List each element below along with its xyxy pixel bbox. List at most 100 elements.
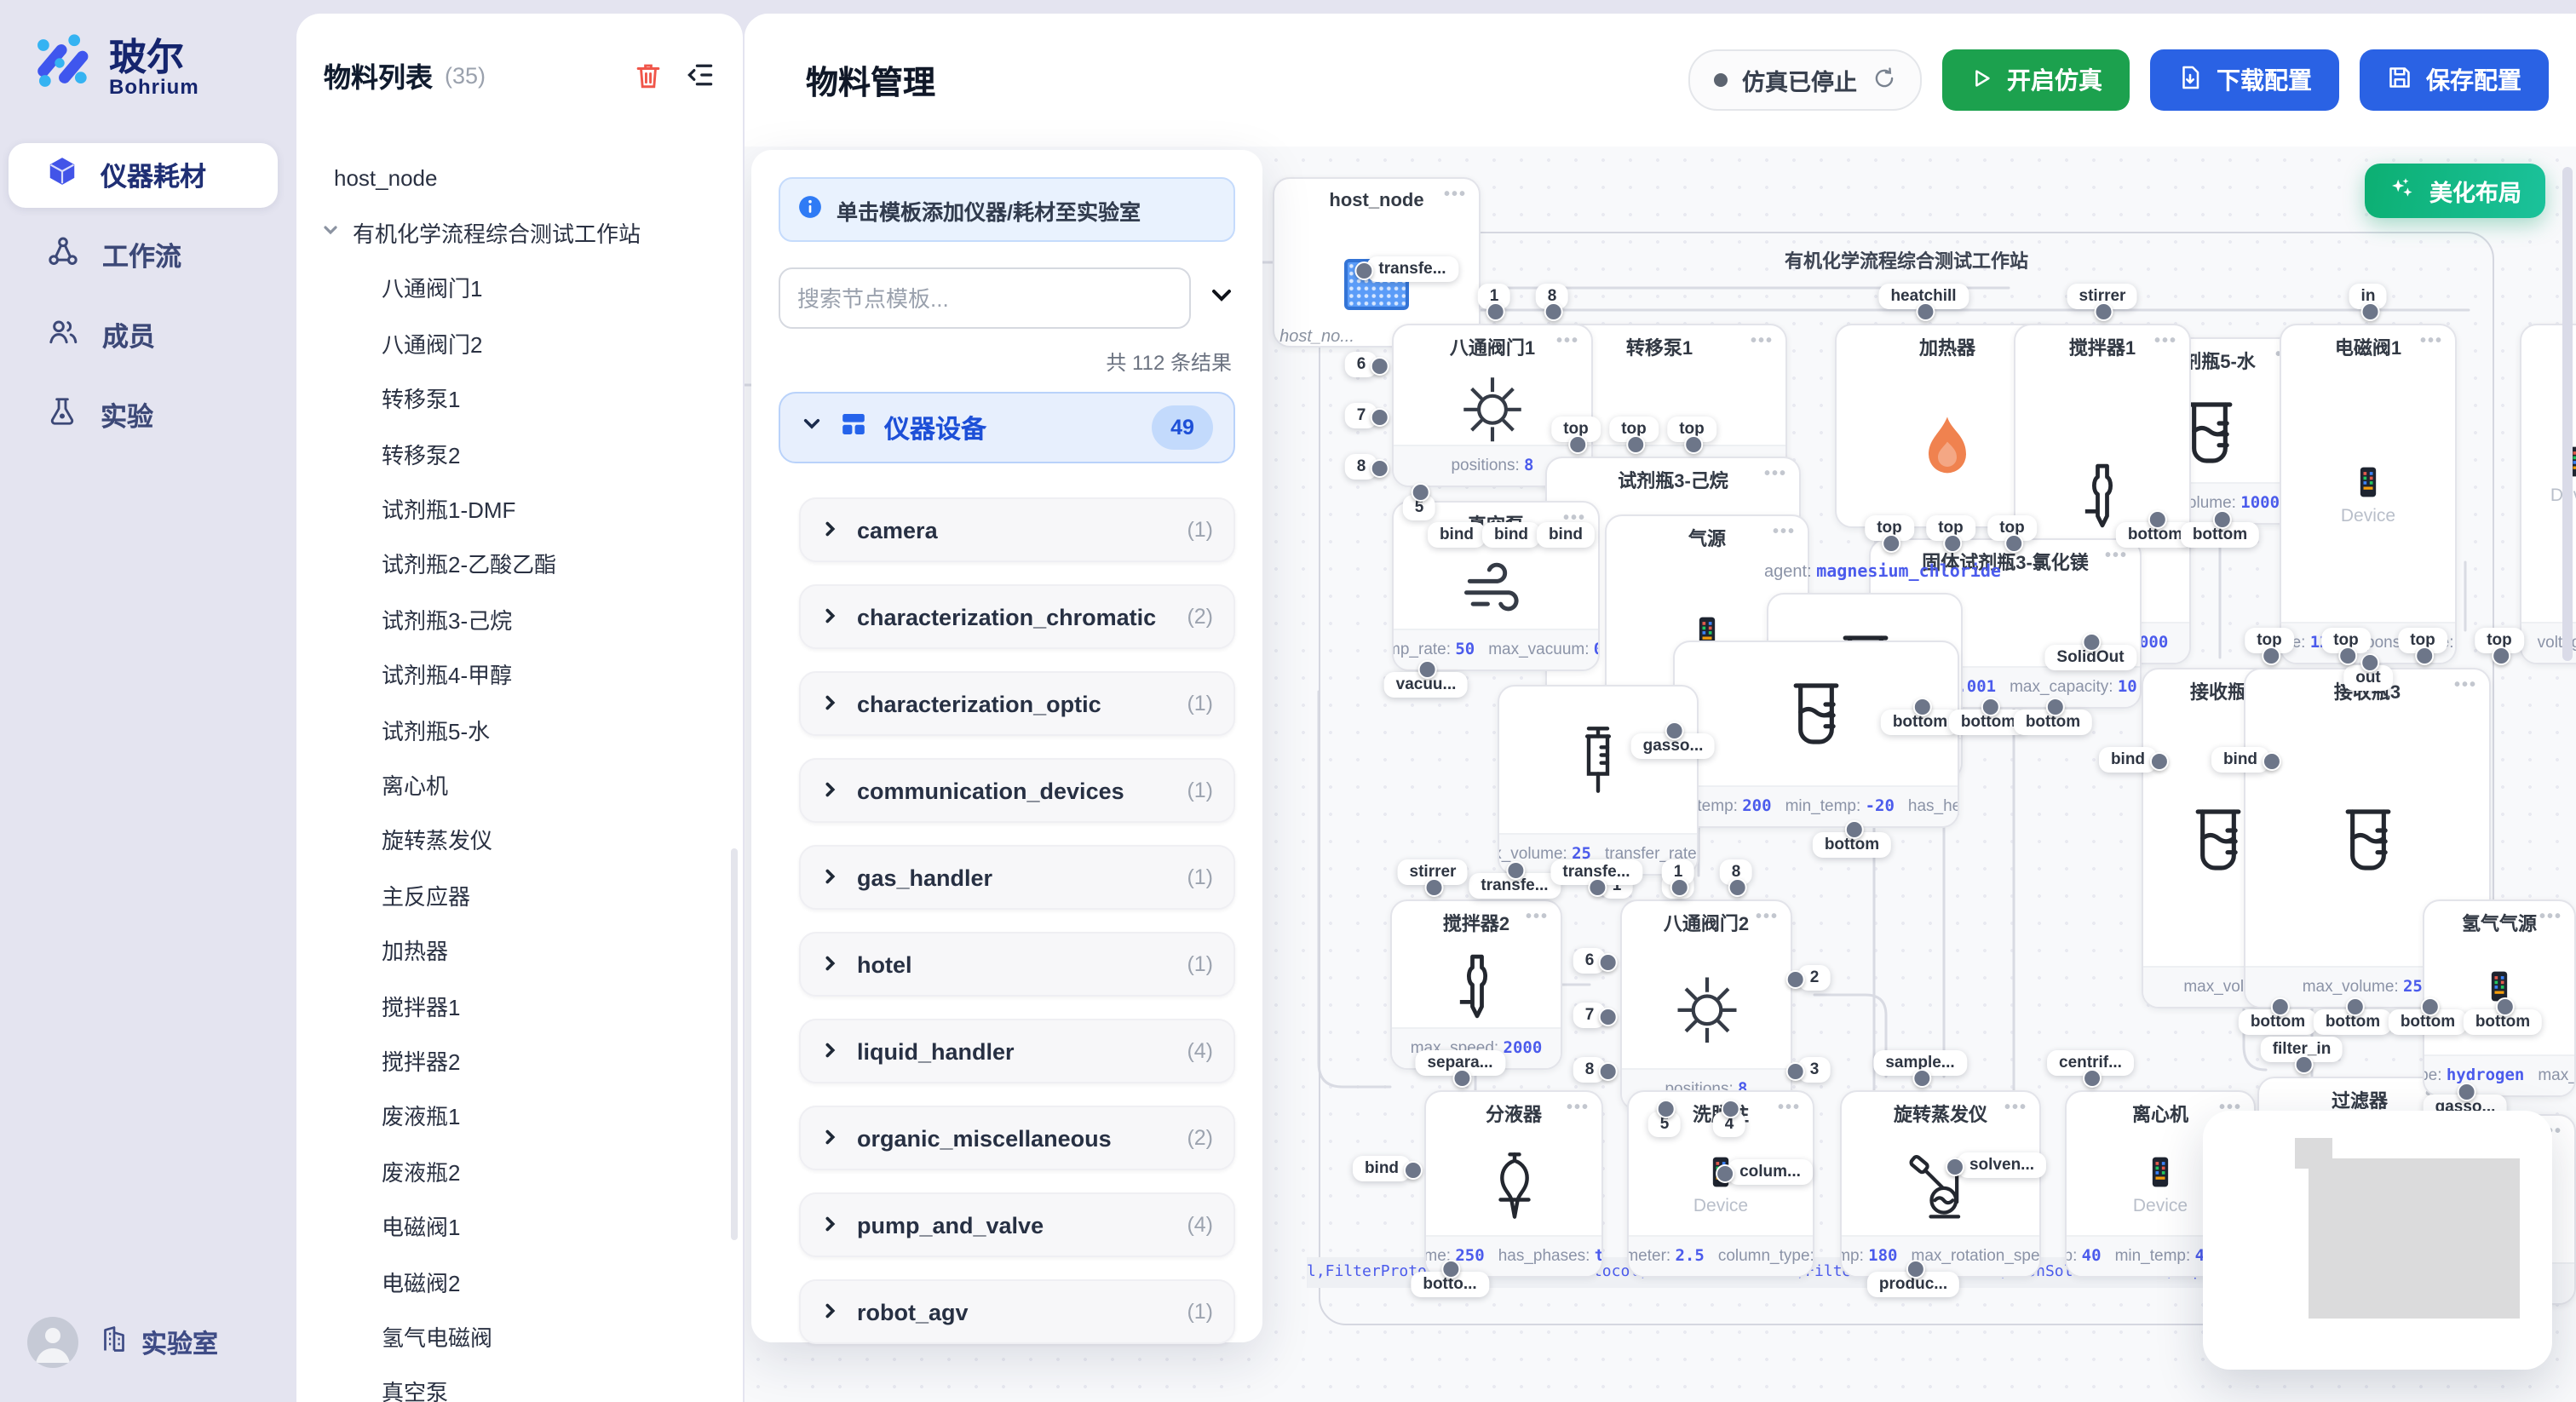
port-chip-1[interactable]: 1 <box>1478 284 1511 309</box>
tree-item-10[interactable]: 旋转蒸发仪 <box>296 812 733 867</box>
simulation-status-pill[interactable]: 仿真已停止 <box>1688 49 1922 111</box>
port-chip-8[interactable]: 8 <box>1573 1057 1607 1083</box>
port-chip-bind[interactable]: bind <box>2099 747 2157 773</box>
canvas-scrollbar[interactable] <box>2562 167 2573 661</box>
template-group-gas_handler[interactable]: gas_handler(1) <box>799 845 1235 910</box>
refresh-icon[interactable] <box>1872 66 1896 95</box>
tree-item-0[interactable]: 八通阀门1 <box>296 261 733 316</box>
tree-item-1[interactable]: 八通阀门2 <box>296 315 733 371</box>
node-menu-icon[interactable]: ••• <box>2539 908 2562 927</box>
port-chip-sample...[interactable]: sample... <box>1873 1050 1966 1076</box>
tree-item-root[interactable]: host_node <box>296 150 733 205</box>
port-chip-bind[interactable]: bind <box>1537 522 1595 548</box>
port-chip-filter_in[interactable]: filter_in <box>2261 1037 2343 1062</box>
port-chip-transfe...[interactable]: transfe... <box>1469 873 1560 899</box>
node-menu-icon[interactable]: ••• <box>1773 523 1796 542</box>
node-menu-icon[interactable]: ••• <box>1444 186 1467 204</box>
template-group-robot_agv[interactable]: robot_agv(1) <box>799 1279 1235 1344</box>
port-chip-bottom[interactable]: bottom <box>2389 1009 2467 1035</box>
tree-item-8[interactable]: 试剂瓶5-水 <box>296 702 733 757</box>
canvas-node-unnamed-14[interactable]: max_volume: 25transfer_rate: 10 <box>1498 685 1699 876</box>
download-config-button[interactable]: 下载配置 <box>2150 49 2339 111</box>
port-chip-bind[interactable]: bind <box>2211 747 2269 773</box>
port-chip-solven...[interactable]: solven... <box>1958 1152 2046 1178</box>
start-simulation-button[interactable]: 开启仿真 <box>1942 49 2130 111</box>
tree-item-13[interactable]: 搅拌器1 <box>296 978 733 1033</box>
port-chip-top[interactable]: top <box>1551 417 1601 442</box>
port-chip-gasso...[interactable]: gasso... <box>1631 733 1716 759</box>
tree-item-6[interactable]: 试剂瓶3-己烷 <box>296 591 733 646</box>
port-chip-vacuu...[interactable]: vacuu... <box>1384 672 1469 698</box>
avatar[interactable] <box>27 1317 78 1368</box>
port-chip-3[interactable]: 3 <box>1798 1057 1831 1083</box>
canvas-node-八通阀门2[interactable]: 八通阀门2•••positions: 8 <box>1620 899 1792 1111</box>
port-chip-in[interactable]: in <box>2349 284 2388 309</box>
port-chip-stirrer[interactable]: stirrer <box>1398 859 1469 885</box>
canvas-node-分液器[interactable]: 分液器•••volume: 250has_phases: true <box>1424 1090 1603 1278</box>
sidebar-item-0[interactable]: 仪器耗材 <box>9 143 278 208</box>
port-chip-1[interactable]: 1 <box>1662 859 1695 885</box>
port-chip-6[interactable]: 6 <box>1573 948 1607 974</box>
tree-item-12[interactable]: 加热器 <box>296 922 733 978</box>
template-group-liquid_handler[interactable]: liquid_handler(4) <box>799 1019 1235 1083</box>
port-chip-4[interactable]: 4 <box>1713 1112 1746 1137</box>
node-menu-icon[interactable]: ••• <box>2004 1099 2027 1118</box>
save-config-button[interactable]: 保存配置 <box>2360 49 2549 111</box>
canvas-node-旋转蒸发仪[interactable]: 旋转蒸发仪•••temp: 180max_rotation_speed <box>1840 1090 2041 1278</box>
node-menu-icon[interactable]: ••• <box>1778 1099 1801 1118</box>
port-chip-produc...[interactable]: produc... <box>1867 1272 1959 1297</box>
template-group-communication_devices[interactable]: communication_devices(1) <box>799 758 1235 823</box>
minimap[interactable] <box>2203 1111 2552 1370</box>
tree-item-4[interactable]: 试剂瓶1-DMF <box>296 481 733 537</box>
node-menu-icon[interactable]: ••• <box>1556 332 1579 351</box>
port-chip-7[interactable]: 7 <box>1345 403 1378 428</box>
tree-item-2[interactable]: 转移泵1 <box>296 371 733 426</box>
port-chip-centrif...[interactable]: centrif... <box>2047 1050 2134 1076</box>
port-chip-top[interactable]: top <box>2398 628 2447 653</box>
sidebar-item-lab[interactable]: 实验室 <box>99 1324 218 1361</box>
template-group-pump_and_valve[interactable]: pump_and_valve(4) <box>799 1192 1235 1257</box>
port-chip-bottom[interactable]: bottom <box>1813 832 1891 858</box>
port-chip-bottom[interactable]: bottom <box>2181 522 2259 548</box>
node-menu-icon[interactable]: ••• <box>1764 465 1787 484</box>
port-chip-7[interactable]: 7 <box>1573 1003 1607 1028</box>
port-chip-top[interactable]: top <box>1987 515 2037 541</box>
node-menu-icon[interactable]: ••• <box>2454 676 2477 695</box>
port-chip-top[interactable]: top <box>2245 628 2294 653</box>
port-chip-botto...[interactable]: botto... <box>1411 1272 1488 1297</box>
port-chip-transfe...[interactable]: transfe... <box>1550 859 1642 885</box>
port-chip-bind[interactable]: bind <box>1428 522 1486 548</box>
node-menu-icon[interactable]: ••• <box>1751 332 1774 351</box>
template-group-organic_miscellaneous[interactable]: organic_miscellaneous(2) <box>799 1106 1235 1170</box>
tree-item-11[interactable]: 主反应器 <box>296 867 733 922</box>
node-menu-icon[interactable]: ••• <box>1756 908 1779 927</box>
port-chip-8[interactable]: 8 <box>1536 284 1569 309</box>
port-chip-bottom[interactable]: bottom <box>2314 1009 2392 1035</box>
beautify-layout-button[interactable]: 美化布局 <box>2365 164 2545 218</box>
port-chip-top[interactable]: top <box>1667 417 1716 442</box>
node-menu-icon[interactable]: ••• <box>2154 332 2177 351</box>
port-chip-transfe...[interactable]: transfe... <box>1366 256 1458 282</box>
canvas-node-搅拌器2[interactable]: 搅拌器2•••max_speed: 2000 <box>1390 899 1562 1070</box>
port-chip-8[interactable]: 8 <box>1345 454 1378 480</box>
materials-scrollbar[interactable] <box>731 848 738 1240</box>
sidebar-item-2[interactable]: 成员 <box>9 303 278 368</box>
port-chip-5[interactable]: 5 <box>1648 1112 1682 1137</box>
tree-item-17[interactable]: 电磁阀1 <box>296 1198 733 1254</box>
tree-item-15[interactable]: 废液瓶1 <box>296 1088 733 1143</box>
port-chip-bottom[interactable]: bottom <box>2464 1009 2542 1035</box>
port-chip-6[interactable]: 6 <box>1345 352 1378 377</box>
node-menu-icon[interactable]: ••• <box>2420 332 2443 351</box>
port-chip-bottom[interactable]: bottom <box>2239 1009 2317 1035</box>
port-chip-5[interactable]: 5 <box>1403 495 1436 520</box>
port-chip-2[interactable]: 2 <box>1798 965 1831 991</box>
port-chip-bind[interactable]: bind <box>1353 1156 1411 1181</box>
port-chip-heatchill[interactable]: heatchill <box>1878 284 1968 309</box>
tree-item-3[interactable]: 转移泵2 <box>296 426 733 481</box>
tree-item-14[interactable]: 搅拌器2 <box>296 1033 733 1089</box>
category-instruments[interactable]: 仪器设备 49 <box>779 392 1235 463</box>
port-chip-SolidOut[interactable]: SolidOut <box>2044 645 2136 670</box>
port-chip-top[interactable]: top <box>2321 628 2371 653</box>
canvas-node-电磁阀1[interactable]: 电磁阀1•••Devicevoltage: 12response_time: 0… <box>2280 324 2457 664</box>
tree-item-7[interactable]: 试剂瓶4-甲醇 <box>296 646 733 702</box>
